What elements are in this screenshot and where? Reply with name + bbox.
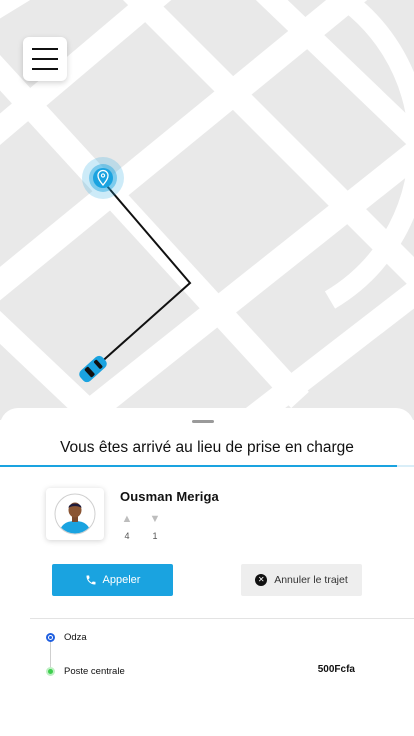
destination-dot-icon (46, 667, 55, 676)
thumbs-up-icon: ▲ (121, 513, 133, 525)
likes-stat: ▲ 4 (119, 512, 135, 541)
menu-button[interactable] (23, 37, 67, 81)
pickup-dot-icon (46, 633, 55, 642)
arrival-status-title: Vous êtes arrivé au lieu de prise en cha… (60, 439, 354, 456)
section-divider (30, 618, 414, 619)
cancel-trip-button[interactable]: ✕ Annuler le trajet (241, 564, 362, 596)
destination-location: Poste centrale (64, 666, 125, 677)
location-pin-icon (82, 157, 124, 199)
call-button[interactable]: Appeler (52, 564, 173, 596)
call-button-label: Appeler (102, 574, 141, 586)
progress-bar (0, 465, 414, 467)
likes-count: 4 (124, 531, 130, 541)
driver-name: Ousman Meriga (120, 489, 219, 504)
dislikes-count: 1 (152, 531, 158, 541)
sheet-drag-handle[interactable] (192, 420, 214, 423)
pickup-location: Odza (64, 632, 87, 643)
phone-icon (86, 575, 96, 585)
progress-bar-fill (0, 465, 398, 467)
hamburger-menu-icon (32, 48, 58, 50)
avatar-icon (54, 493, 96, 535)
close-circle-icon: ✕ (255, 574, 268, 586)
thumbs-down-icon: ▼ (149, 513, 161, 525)
map-view[interactable] (0, 0, 414, 420)
trip-price: 500Fcfa (317, 664, 355, 675)
cancel-trip-label: Annuler le trajet (274, 574, 348, 586)
trip-bottom-sheet: Vous êtes arrivé au lieu de prise en cha… (0, 408, 414, 736)
dislikes-stat: ▼ 1 (147, 512, 163, 541)
driver-avatar[interactable] (46, 488, 104, 540)
